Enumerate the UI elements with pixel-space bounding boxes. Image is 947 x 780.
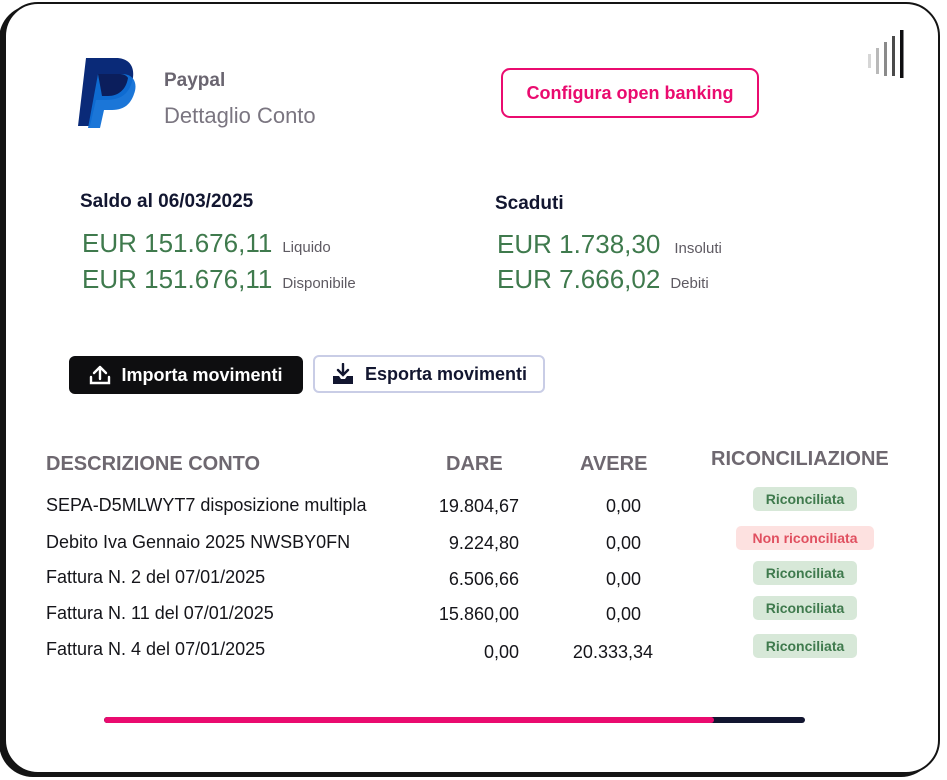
- row-description: Fattura N. 11 del 07/01/2025: [46, 603, 274, 623]
- row-debit: 19.804,67: [438, 496, 519, 516]
- row-credit: 0,00: [605, 569, 641, 589]
- upload-icon: [90, 365, 111, 385]
- row-credit: 0,00: [605, 533, 641, 553]
- liquid-amount: EUR 151.676,11: [82, 228, 273, 258]
- liquid-label: Liquido: [282, 239, 331, 256]
- row-credit: 0,00: [605, 604, 641, 624]
- account-subtitle: Dettaglio Conto: [164, 103, 316, 128]
- import-transactions-button[interactable]: Importa movimenti: [69, 356, 303, 394]
- row-credit: 0,00: [605, 496, 641, 516]
- signal-bars-icon: [868, 30, 904, 78]
- column-header-credit: AVERE: [580, 453, 648, 475]
- row-description: Fattura N. 4 del 07/01/2025: [46, 639, 266, 659]
- overdue-title: Scaduti: [495, 193, 564, 214]
- progress-bar-fill: [104, 717, 714, 723]
- available-balance: EUR 151.676,11 Disponibile: [82, 264, 356, 295]
- paypal-logo: [78, 58, 136, 128]
- row-description: Debito Iva Gennaio 2025 NWSBY0FN: [46, 532, 351, 552]
- status-badge: Non riconciliata: [736, 526, 874, 550]
- import-transactions-label: Importa movimenti: [121, 364, 283, 385]
- row-debit: 9.224,80: [448, 533, 519, 553]
- debts-row: EUR 7.666,02 Debiti: [497, 264, 709, 295]
- status-badge: Riconciliata: [753, 561, 857, 585]
- status-badge: Riconciliata: [753, 596, 857, 620]
- unpaid-amount: EUR 1.738,30: [497, 229, 661, 259]
- status-badge: Riconciliata: [753, 634, 857, 658]
- row-debit: 15.860,00: [438, 604, 519, 624]
- row-debit: 6.506,66: [448, 569, 519, 589]
- export-transactions-label: Esporta movimenti: [364, 363, 528, 384]
- export-transactions-button[interactable]: Esporta movimenti: [313, 355, 545, 393]
- column-header-debit: DARE: [446, 453, 503, 475]
- download-icon: [332, 363, 353, 384]
- unpaid-label: Insoluti: [674, 240, 722, 257]
- column-header-description: DESCRIZIONE CONTO: [46, 453, 261, 475]
- available-label: Disponibile: [282, 275, 356, 292]
- progress-bar: [104, 717, 805, 723]
- configure-open-banking-button[interactable]: Configura open banking: [501, 68, 759, 118]
- available-amount: EUR 151.676,11: [82, 264, 273, 294]
- status-badge: Riconciliata: [753, 487, 857, 511]
- row-description: Fattura N. 2 del 07/01/2025: [46, 567, 266, 587]
- balance-title: Saldo al 06/03/2025: [80, 191, 254, 212]
- account-name: Paypal: [164, 70, 226, 91]
- debts-label: Debiti: [670, 275, 709, 292]
- liquid-balance: EUR 151.676,11 Liquido: [82, 228, 331, 259]
- debts-amount: EUR 7.666,02: [497, 264, 661, 294]
- row-debit: 0,00: [483, 642, 519, 662]
- unpaid-row: EUR 1.738,30 Insoluti: [497, 229, 722, 260]
- column-header-reconciliation: RICONCILIAZIONE: [711, 448, 889, 470]
- row-description: SEPA-D5MLWYT7 disposizione multipla: [46, 495, 367, 515]
- row-credit: 20.333,34: [572, 642, 653, 662]
